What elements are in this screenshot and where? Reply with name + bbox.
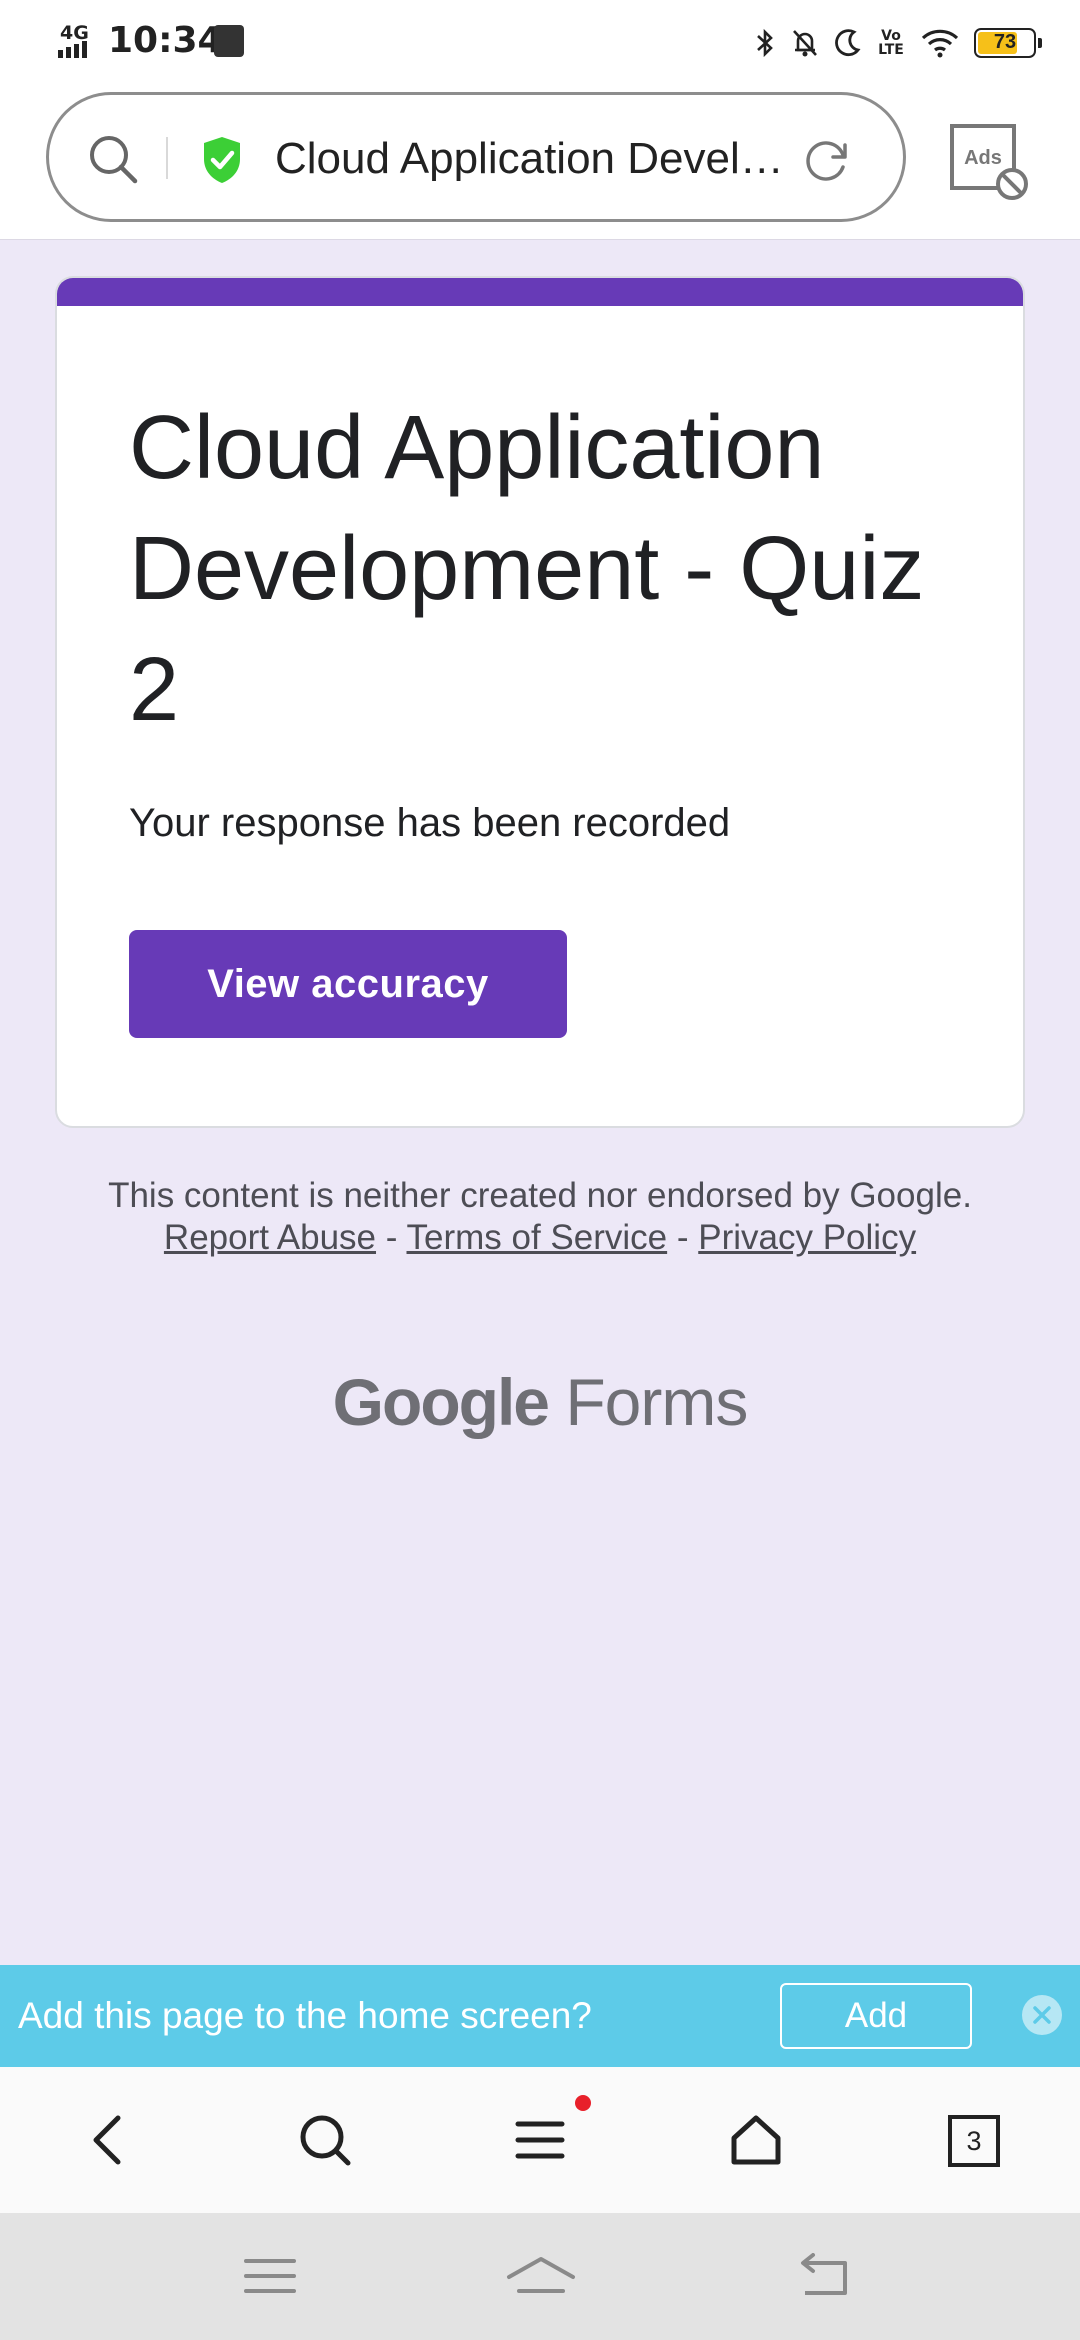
back-icon[interactable] bbox=[80, 2110, 140, 2170]
recent-apps-icon[interactable] bbox=[242, 2253, 298, 2299]
view-accuracy-button[interactable]: View accuracy bbox=[129, 930, 567, 1038]
reload-icon[interactable] bbox=[799, 133, 853, 187]
add-button[interactable]: Add bbox=[780, 1983, 972, 2049]
disclaimer-text: This content is neither created nor endo… bbox=[108, 1176, 972, 1215]
divider bbox=[166, 137, 168, 179]
search-icon[interactable] bbox=[295, 2110, 355, 2170]
ads-block-icon[interactable]: Ads bbox=[950, 122, 1032, 204]
home-icon[interactable] bbox=[726, 2110, 786, 2170]
ads-block-button[interactable]: Ads bbox=[950, 122, 1032, 204]
menu-icon[interactable] bbox=[510, 2110, 570, 2170]
notification-dot bbox=[575, 2095, 591, 2111]
response-recorded-text: Your response has been recorded bbox=[129, 801, 731, 845]
separator: - bbox=[676, 1218, 689, 1257]
moon-icon bbox=[835, 29, 861, 57]
terms-of-service-link[interactable]: Terms of Service bbox=[407, 1218, 668, 1257]
signal-icon: 4G bbox=[58, 22, 98, 60]
browser-top-bar: Cloud Application Devel… Ads bbox=[0, 86, 1080, 240]
system-navigation-bar bbox=[0, 2213, 1080, 2340]
privacy-policy-link[interactable]: Privacy Policy bbox=[698, 1218, 916, 1257]
browser-bottom-toolbar bbox=[0, 2067, 1080, 2213]
volte-indicator: Vo LTE bbox=[878, 28, 904, 58]
google-wordmark: Google bbox=[332, 1365, 550, 1439]
ads-label: Ads bbox=[964, 147, 1002, 169]
page-title[interactable]: Cloud Application Devel… bbox=[275, 137, 830, 181]
google-forms-logo[interactable]: Google Forms bbox=[0, 1362, 1080, 1442]
status-bar: 4G 10:34 Vo LTE 73 bbox=[0, 0, 1080, 86]
add-to-home-banner: Add this page to the home screen? Add bbox=[0, 1965, 1080, 2067]
card-accent-bar bbox=[57, 278, 1023, 306]
form-title: Cloud Application Development - Quiz 2 bbox=[129, 398, 925, 740]
back-icon[interactable] bbox=[795, 2253, 851, 2299]
address-bar[interactable]: Cloud Application Devel… bbox=[46, 92, 906, 222]
report-abuse-link[interactable]: Report Abuse bbox=[164, 1218, 376, 1257]
shield-check-icon bbox=[204, 137, 240, 183]
forms-wordmark: Forms bbox=[565, 1365, 748, 1439]
separator: - bbox=[385, 1218, 398, 1257]
battery-icon: 73 bbox=[974, 28, 1042, 58]
mute-icon bbox=[793, 30, 817, 57]
battery-level: 73 bbox=[993, 31, 1017, 53]
wifi-icon bbox=[921, 29, 959, 58]
shopping-bag-icon bbox=[214, 25, 244, 57]
tabs-button[interactable]: 3 bbox=[948, 2115, 1000, 2167]
search-icon[interactable] bbox=[87, 133, 141, 187]
close-icon[interactable] bbox=[1032, 2005, 1052, 2025]
bluetooth-icon bbox=[757, 28, 773, 58]
banner-text: Add this page to the home screen? bbox=[18, 1995, 592, 2036]
disclaimer: This content is neither created nor endo… bbox=[90, 1175, 990, 1259]
close-banner-button[interactable] bbox=[1022, 1995, 1062, 2035]
clock: 10:34 bbox=[108, 20, 223, 61]
home-icon[interactable] bbox=[505, 2253, 577, 2299]
form-card: Cloud Application Development - Quiz 2 Y… bbox=[55, 276, 1025, 1128]
